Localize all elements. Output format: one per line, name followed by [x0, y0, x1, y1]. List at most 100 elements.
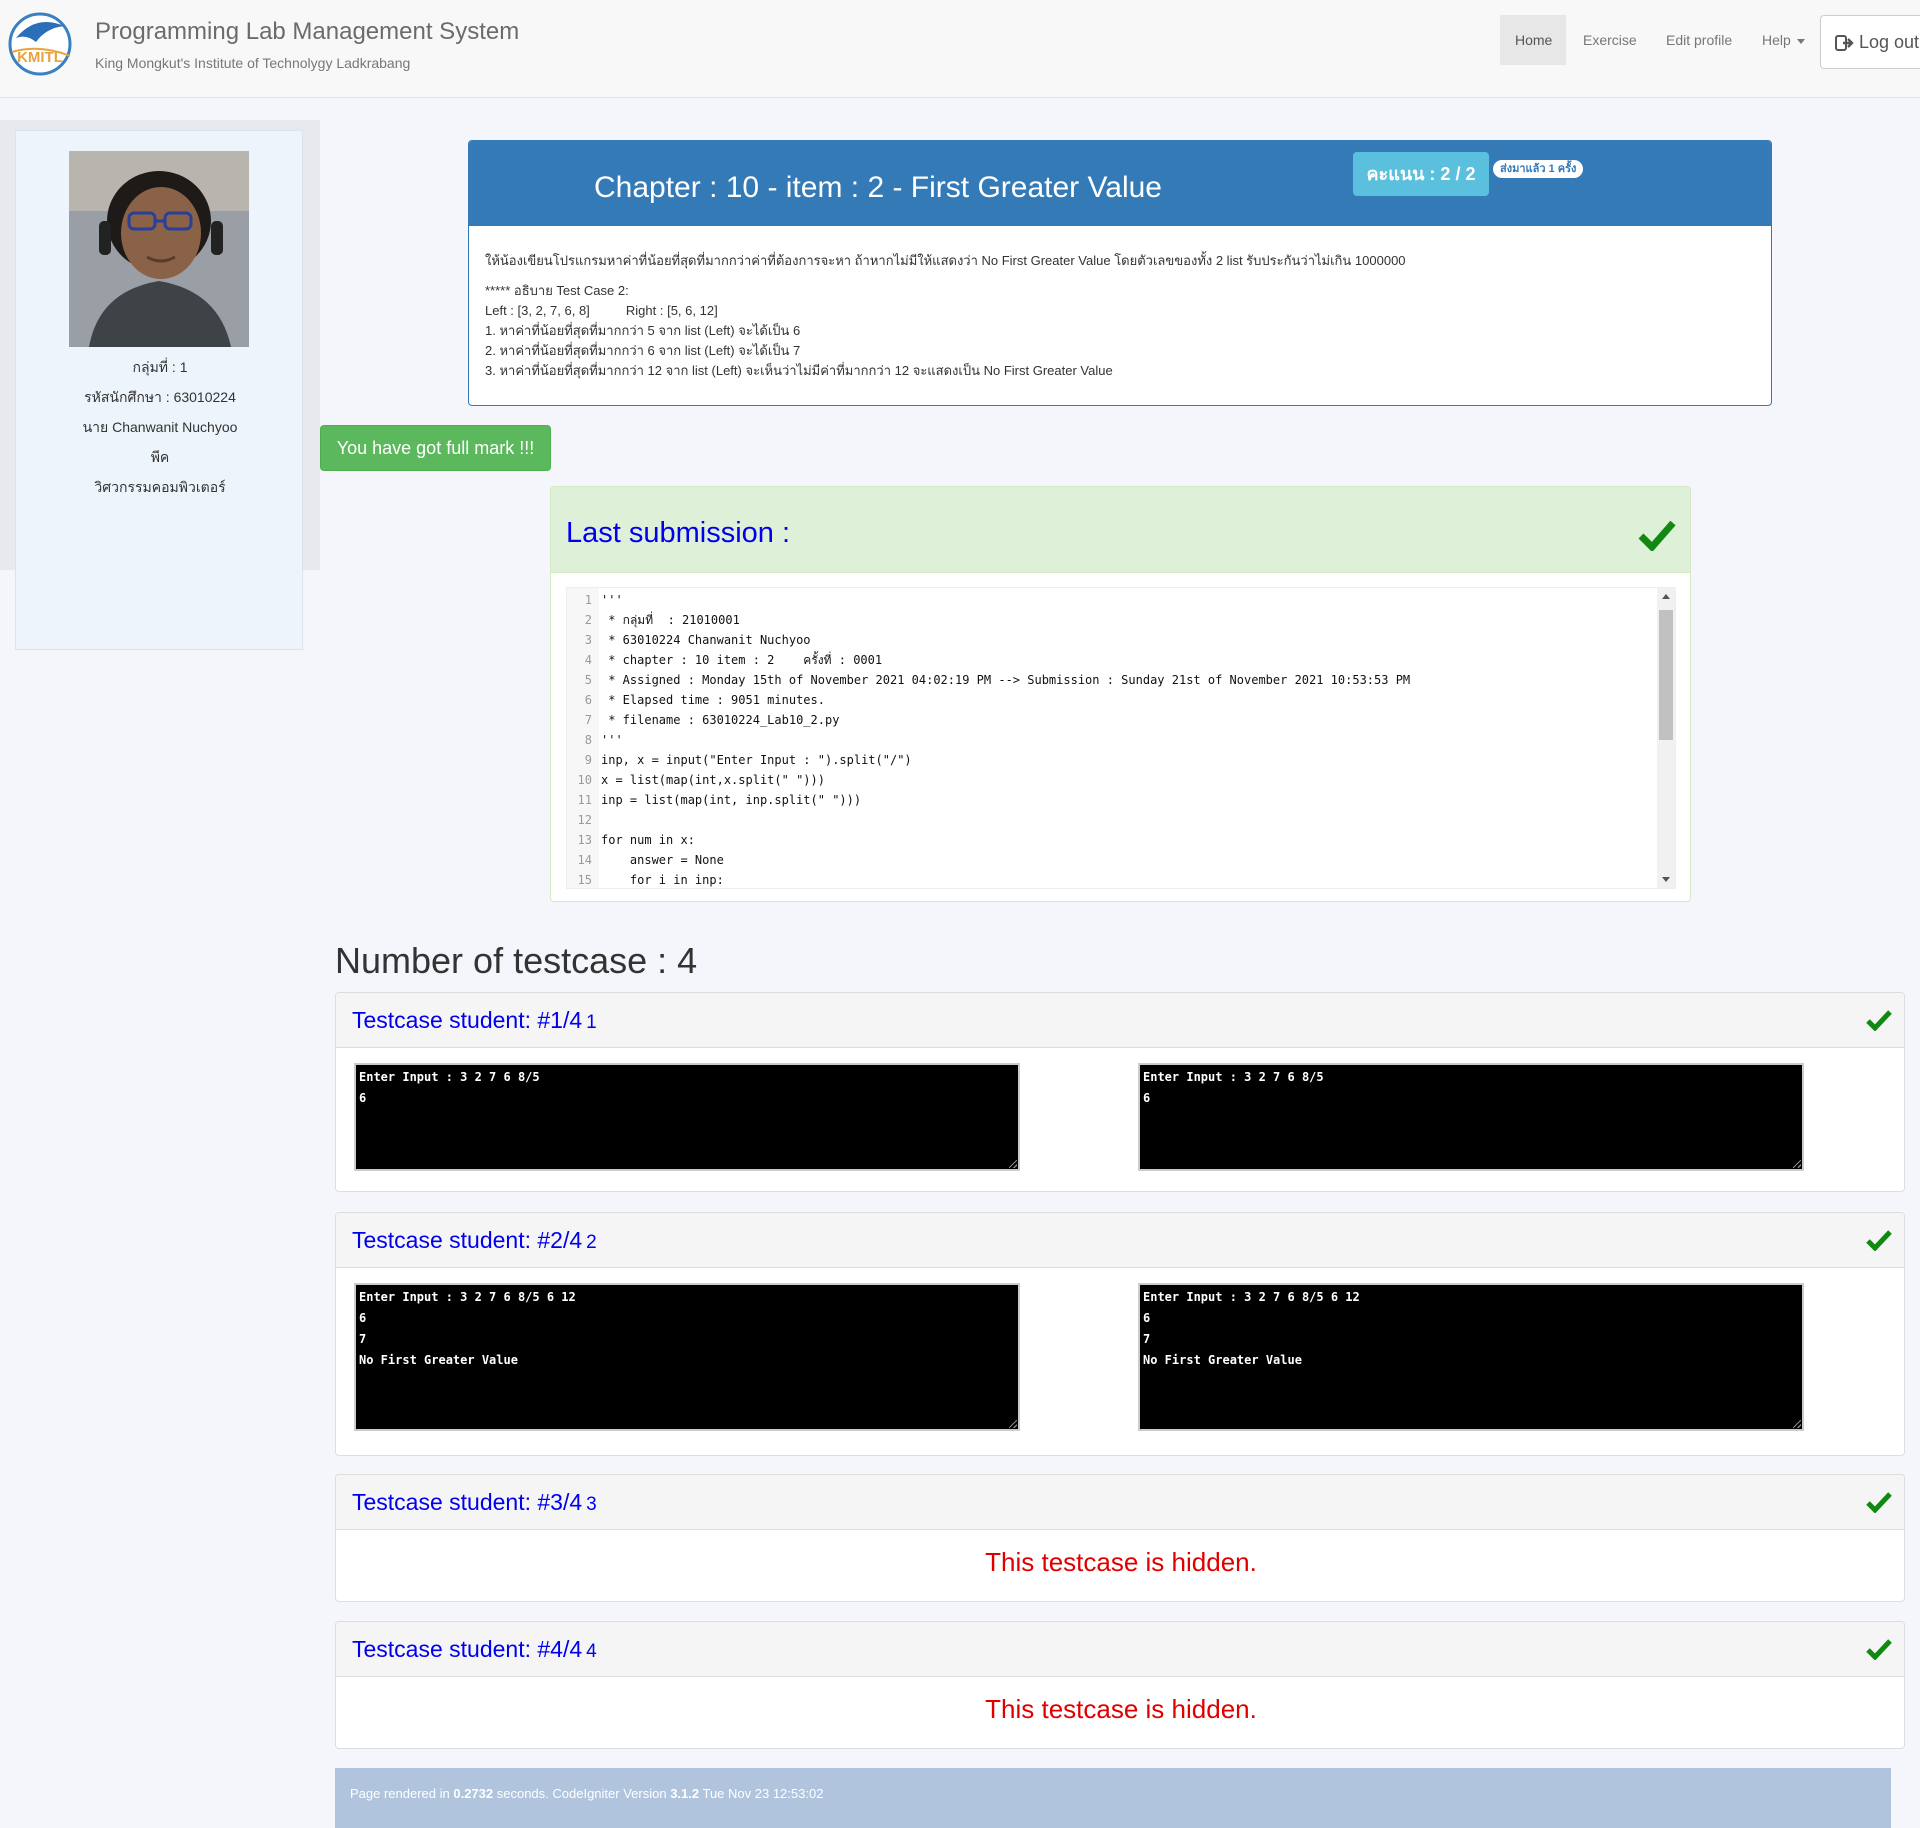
student-group: กลุ่มที่ : 1: [132, 359, 188, 375]
code-text: inp, x = input("Enter Input : ").split("…: [601, 753, 912, 767]
logout-button[interactable]: Log out: [1820, 15, 1920, 69]
line-number: 3: [584, 633, 592, 647]
testcase-header: Testcase student: #4/4 4: [336, 1622, 1904, 1677]
avatar: [69, 151, 249, 347]
scroll-down-icon[interactable]: [1662, 877, 1670, 882]
scroll-up-icon[interactable]: [1662, 594, 1670, 599]
last-submission-header: Last submission :: [551, 487, 1690, 573]
resize-handle-icon[interactable]: [1009, 1160, 1017, 1168]
kmitl-logo[interactable]: KMITL: [6, 8, 74, 76]
code-text: * กลุ่มที่ : 21010001: [601, 613, 740, 627]
code-text: inp = list(map(int, inp.split(" "))): [601, 793, 862, 807]
logo-text: KMITL: [17, 49, 63, 66]
problem-text-line: 3. หาค่าที่น้อยที่สุดที่มากกว่า 12 จาก l…: [485, 363, 1113, 378]
testcase-title-text: Testcase student: #1/4: [352, 1007, 583, 1033]
code-text: * filename : 63010224_Lab10_2.py: [601, 713, 840, 727]
testcase-title: Testcase student: #4/4 4: [352, 1636, 597, 1663]
last-submission-panel: Last submission : 1 ''' 2 * กลุ่มที่ : 210…: [550, 486, 1691, 902]
student-output-textarea[interactable]: Enter Input : 3 2 7 6 8/5 6 12 6 7 No Fi…: [1138, 1283, 1804, 1431]
problem-panel: Chapter : 10 - item : 2 - First Greater …: [468, 140, 1772, 406]
line-number: 2: [584, 613, 592, 627]
testcase-title-text: Testcase student: #2/4: [352, 1227, 583, 1253]
nav-home[interactable]: Home: [1500, 15, 1566, 65]
check-icon: [1866, 1639, 1892, 1660]
code-scrollbar[interactable]: [1657, 588, 1675, 888]
testcase-title: Testcase student: #2/4 2: [352, 1227, 597, 1254]
problem-text-line: Left : [3, 2, 7, 6, 8] Right : [5, 6, 12…: [485, 303, 718, 318]
code-text: * 63010224 Chanwanit Nuchyoo: [601, 633, 811, 647]
code-text: * Assigned : Monday 15th of November 202…: [601, 673, 1411, 687]
resize-handle-icon[interactable]: [1009, 1420, 1017, 1428]
testcase-header: Testcase student: #3/4 3: [336, 1475, 1904, 1530]
testcase-title-text: Testcase student: #4/4: [352, 1636, 583, 1662]
logout-label: Log out: [1859, 32, 1920, 52]
line-number: 15: [577, 873, 592, 887]
line-number: 10: [577, 773, 592, 787]
footer-text: Page rendered in 0.2732 seconds. CodeIgn…: [350, 1786, 823, 1801]
code-text: for i in inp:: [601, 873, 724, 887]
problem-text-line: 1. หาค่าที่น้อยที่สุดที่มากกว่า 5 จาก li…: [485, 323, 801, 338]
brand-title[interactable]: Programming Lab Management System: [95, 18, 519, 46]
line-number: 9: [584, 753, 592, 767]
line-number: 8: [584, 733, 592, 747]
student-id: รหัสนักศึกษา : 63010224: [84, 389, 236, 405]
testcase-header: Testcase student: #2/4 2: [336, 1213, 1904, 1268]
nav-exercise-label: Exercise: [1583, 32, 1637, 48]
line-number: 13: [577, 833, 592, 847]
student-profile-card: กลุ่มที่ : 1 รหัสนักศึกษา : 63010224 นาย…: [15, 130, 303, 650]
check-icon: [1638, 520, 1676, 551]
testcase-number: 1: [586, 1012, 597, 1033]
resize-handle-icon[interactable]: [1793, 1160, 1801, 1168]
check-icon: [1866, 1010, 1892, 1031]
code-text: for num in x:: [601, 833, 695, 847]
problem-text-line: 2. หาค่าที่น้อยที่สุดที่มากกว่า 6 จาก li…: [485, 343, 801, 358]
scrollbar-thumb[interactable]: [1659, 610, 1673, 740]
footer-prefix: Page rendered in: [350, 1786, 454, 1801]
code-text: ''': [601, 593, 623, 607]
testcase-header: Testcase student: #1/4 1: [336, 993, 1904, 1048]
resize-handle-icon[interactable]: [1793, 1420, 1801, 1428]
testcase-number: 2: [586, 1232, 597, 1253]
student-output-textarea[interactable]: Enter Input : 3 2 7 6 8/5 6: [1138, 1063, 1804, 1171]
problem-text-line: ให้น้องเขียนโปรแกรมหาค่าที่น้อยที่สุดที่…: [485, 253, 1406, 268]
testcase-title-text: Testcase student: #3/4: [352, 1489, 583, 1515]
line-number: 4: [584, 653, 592, 667]
problem-description: ให้น้องเขียนโปรแกรมหาค่าที่น้อยที่สุดที่…: [485, 251, 1406, 381]
hidden-testcase-message: This testcase is hidden.: [985, 1547, 1257, 1577]
line-number: 14: [577, 853, 592, 867]
testcase-panel-4: Testcase student: #4/4 4 This testcase is…: [335, 1621, 1905, 1749]
check-icon: [1866, 1492, 1892, 1513]
chevron-down-icon: [1796, 38, 1805, 44]
problem-text-line: ***** อธิบาย Test Case 2:: [485, 283, 629, 298]
problem-title: Chapter : 10 - item : 2 - First Greater …: [594, 171, 1162, 204]
render-time: 0.2732: [453, 1786, 494, 1801]
code-text: answer = None: [601, 853, 724, 867]
footer-middle: seconds. CodeIgniter Version: [493, 1786, 671, 1801]
footer: Page rendered in 0.2732 seconds. CodeIgn…: [335, 1768, 1891, 1828]
nav-help-dropdown[interactable]: Help: [1747, 15, 1820, 65]
expected-output-textarea[interactable]: Enter Input : 3 2 7 6 8/5 6 12 6 7 No Fi…: [354, 1283, 1020, 1431]
testcase-count: Number of testcase : 4: [335, 940, 698, 981]
testcase-panel-1: Testcase student: #1/4 1 Enter Input : 3 …: [335, 992, 1905, 1192]
testcase-title: Testcase student: #3/4 3: [352, 1489, 597, 1516]
student-faculty: วิศวกรรมคอมพิวเตอร์: [94, 479, 226, 495]
last-submission-title: Last submission :: [566, 517, 791, 549]
brand-subtitle: King Mongkut's Institute of Technolygy L…: [95, 55, 411, 71]
expected-output-textarea[interactable]: Enter Input : 3 2 7 6 8/5 6: [354, 1063, 1020, 1171]
nav-exercise[interactable]: Exercise: [1568, 15, 1652, 65]
code-editor[interactable]: 1 ''' 2 * กลุ่มที่ : 21010001 3 * 63010224 …: [566, 587, 1676, 889]
logout-icon: [1835, 35, 1854, 52]
code-text: * chapter : 10 item : 2 ครั้งที่ : 0001: [601, 653, 883, 667]
line-number: 5: [584, 673, 592, 687]
student-name: นาย Chanwanit Nuchyoo: [82, 419, 238, 435]
code-text: x = list(map(int,x.split(" "))): [601, 773, 825, 787]
navbar: KMITL Programming Lab Management System …: [0, 0, 1920, 98]
check-icon: [1866, 1230, 1892, 1251]
nav-edit-profile-label: Edit profile: [1666, 32, 1733, 48]
nav-help-label: Help: [1762, 32, 1791, 48]
nav-edit-profile[interactable]: Edit profile: [1651, 15, 1747, 65]
problem-header: Chapter : 10 - item : 2 - First Greater …: [469, 141, 1771, 226]
score-badge: คะแนน : 2 / 2: [1353, 152, 1489, 196]
code-text: * Elapsed time : 9051 minutes.: [601, 693, 825, 707]
testcase-number: 3: [586, 1494, 597, 1515]
